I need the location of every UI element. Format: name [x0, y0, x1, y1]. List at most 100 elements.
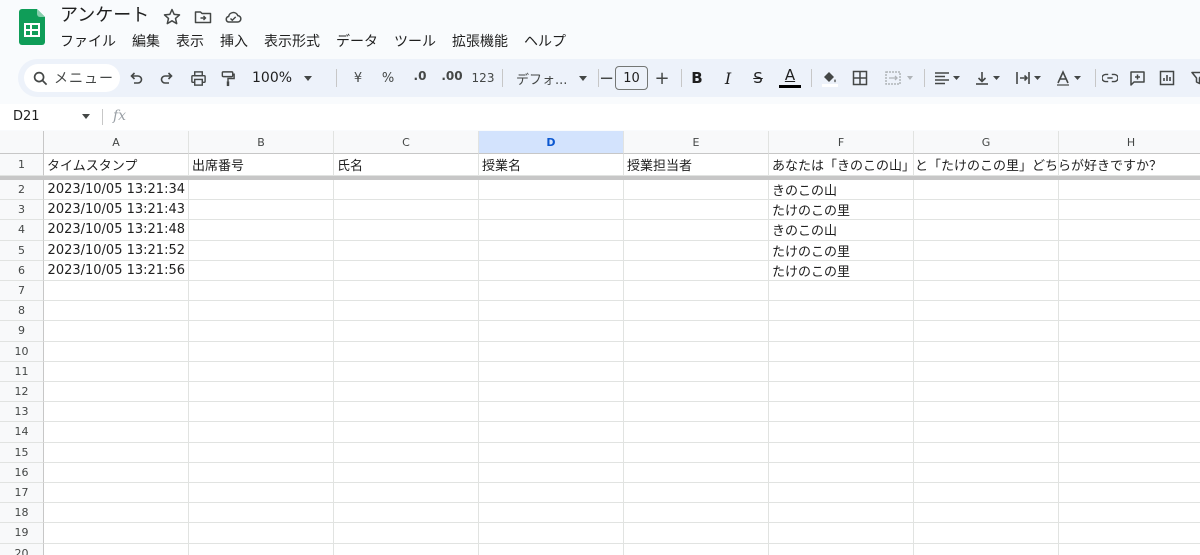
cell-e5[interactable] — [624, 240, 769, 261]
menu-tools[interactable]: ツール — [394, 33, 436, 53]
cell-d16[interactable] — [479, 462, 624, 483]
strikethrough-button[interactable]: S — [746, 59, 770, 97]
menu-format[interactable]: 表示形式 — [264, 33, 320, 53]
cell-b16[interactable] — [189, 462, 334, 483]
menu-edit[interactable]: 編集 — [132, 33, 160, 53]
row-header-11[interactable]: 11 — [0, 361, 44, 382]
star-icon[interactable] — [162, 7, 182, 27]
column-header-b[interactable]: B — [189, 131, 334, 154]
merge-cells-button[interactable] — [880, 59, 920, 97]
cell-b9[interactable] — [189, 321, 334, 342]
cell-e1[interactable]: 授業担当者 — [624, 154, 769, 176]
row-header-8[interactable]: 8 — [0, 301, 44, 322]
cell-b13[interactable] — [189, 402, 334, 423]
cell-f10[interactable] — [769, 341, 914, 362]
cell-d4[interactable] — [479, 220, 624, 241]
currency-format-button[interactable]: ¥ — [346, 59, 370, 97]
cell-g18[interactable] — [914, 503, 1059, 524]
cell-c5[interactable] — [334, 240, 479, 261]
cell-g2[interactable] — [914, 180, 1059, 201]
cell-f14[interactable] — [769, 422, 914, 443]
cell-a3[interactable]: 2023/10/05 13:21:43 — [44, 200, 189, 221]
cell-b6[interactable] — [189, 260, 334, 281]
cell-d2[interactable] — [479, 180, 624, 201]
cell-b1[interactable]: 出席番号 — [189, 154, 334, 176]
percent-format-button[interactable]: % — [376, 59, 400, 97]
cell-a10[interactable] — [44, 341, 189, 362]
column-header-h[interactable]: H — [1059, 131, 1200, 154]
cell-e17[interactable] — [624, 483, 769, 504]
cell-d6[interactable] — [479, 260, 624, 281]
menu-extensions[interactable]: 拡張機能 — [452, 33, 508, 53]
cell-b3[interactable] — [189, 200, 334, 221]
cell-d3[interactable] — [479, 200, 624, 221]
cell-b20[interactable] — [189, 543, 334, 555]
cell-h2[interactable] — [1059, 180, 1200, 201]
row-header-4[interactable]: 4 — [0, 220, 44, 241]
cell-d18[interactable] — [479, 503, 624, 524]
cell-b19[interactable] — [189, 523, 334, 544]
cell-c18[interactable] — [334, 503, 479, 524]
column-header-c[interactable]: C — [334, 131, 479, 154]
text-color-button[interactable]: A — [776, 59, 804, 97]
cell-g6[interactable] — [914, 260, 1059, 281]
row-header-14[interactable]: 14 — [0, 422, 44, 443]
cell-d11[interactable] — [479, 361, 624, 382]
cell-d20[interactable] — [479, 543, 624, 555]
cell-a11[interactable] — [44, 361, 189, 382]
cell-h20[interactable] — [1059, 544, 1200, 555]
column-header-e[interactable]: E — [624, 131, 769, 154]
cell-e6[interactable] — [624, 260, 769, 281]
fill-color-button[interactable] — [818, 59, 842, 97]
cell-g5[interactable] — [914, 240, 1059, 261]
cell-c1[interactable]: 氏名 — [334, 154, 479, 176]
cell-a2[interactable]: 2023/10/05 13:21:34 — [44, 180, 189, 201]
cell-a14[interactable] — [44, 422, 189, 443]
cell-d5[interactable] — [479, 240, 624, 261]
text-rotation-button[interactable] — [1051, 59, 1089, 97]
cell-f17[interactable] — [769, 483, 914, 504]
cell-h5[interactable] — [1059, 241, 1200, 261]
cell-a18[interactable] — [44, 503, 189, 524]
cell-a6[interactable]: 2023/10/05 13:21:56 — [44, 260, 189, 281]
cell-h10[interactable] — [1059, 342, 1200, 362]
cell-c12[interactable] — [334, 382, 479, 403]
cell-f6[interactable]: たけのこの里 — [769, 260, 914, 281]
cell-e18[interactable] — [624, 503, 769, 524]
cell-h18[interactable] — [1059, 503, 1200, 524]
cell-h16[interactable] — [1059, 463, 1200, 483]
insert-link-button[interactable] — [1094, 59, 1118, 97]
cell-a15[interactable] — [44, 442, 189, 463]
cell-f9[interactable] — [769, 321, 914, 342]
zoom-select[interactable]: 100% — [246, 59, 328, 97]
cell-a8[interactable] — [44, 301, 189, 322]
cell-h6[interactable] — [1059, 261, 1200, 281]
menu-data[interactable]: データ — [336, 33, 378, 53]
row-header-1[interactable]: 1 — [0, 154, 44, 176]
row-header-19[interactable]: 19 — [0, 523, 44, 544]
cell-h11[interactable] — [1059, 362, 1200, 382]
cell-e7[interactable] — [624, 281, 769, 302]
paint-format-button[interactable] — [216, 59, 240, 97]
cell-e16[interactable] — [624, 462, 769, 483]
cell-a7[interactable] — [44, 281, 189, 302]
row-header-15[interactable]: 15 — [0, 442, 44, 463]
cell-f12[interactable] — [769, 382, 914, 403]
cell-c7[interactable] — [334, 281, 479, 302]
cell-e11[interactable] — [624, 361, 769, 382]
row-header-7[interactable]: 7 — [0, 281, 44, 302]
cell-f16[interactable] — [769, 462, 914, 483]
cell-d13[interactable] — [479, 402, 624, 423]
menu-help[interactable]: ヘルプ — [524, 33, 566, 53]
row-header-18[interactable]: 18 — [0, 503, 44, 524]
insert-comment-button[interactable] — [1125, 59, 1149, 97]
cell-d12[interactable] — [479, 382, 624, 403]
cell-a1[interactable]: タイムスタンプ — [44, 154, 189, 176]
insert-chart-button[interactable] — [1155, 59, 1179, 97]
cell-g11[interactable] — [914, 361, 1059, 382]
cell-a13[interactable] — [44, 402, 189, 423]
cell-d17[interactable] — [479, 483, 624, 504]
cell-f18[interactable] — [769, 503, 914, 524]
move-folder-icon[interactable] — [193, 7, 213, 27]
cell-c10[interactable] — [334, 341, 479, 362]
